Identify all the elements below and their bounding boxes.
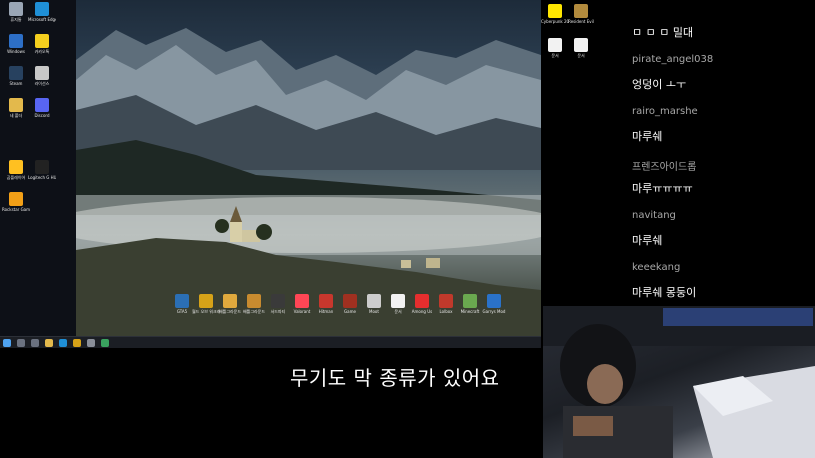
app-icon [199,294,213,308]
task-view-icon[interactable] [31,338,39,347]
app-icon [35,34,49,48]
desktop-icon-label: Garrys Mod [482,309,506,314]
chat-username: 프렌즈아이드롭 [632,162,697,173]
app-icon [415,294,429,308]
mountain-wallpaper [76,0,541,336]
webcam-feed [543,306,815,458]
app-icon [9,2,23,16]
app-icon [439,294,453,308]
app-icon [548,4,562,18]
chat-username: navitang [632,210,676,221]
desktop-icon[interactable]: 문서 [541,38,569,58]
app-icon [319,294,333,308]
taskbar [0,336,541,348]
search-icon[interactable] [17,338,25,347]
app-icon [223,294,237,308]
desktop-icon[interactable]: Cyberpunk 2077 [541,4,569,24]
desktop-icon[interactable]: Logitech G HUB [28,160,56,180]
desktop-screen: 휴지통 Microsoft Edge Windows 카카오톡 Steam 라이선스네 폴… [0,0,541,336]
desktop-icons-right: Cyberpunk 2077Resident Evil 문서 문서 [541,0,628,306]
desktop-icon[interactable]: 카카오톡 [28,34,56,54]
desktop-icon-label: 곰플레이어 [6,175,26,180]
app-icon [9,160,23,174]
chat-message: 마루쉐 [632,130,663,143]
app-icon [574,4,588,18]
app-icon [175,294,189,308]
desktop-icon[interactable]: Steam [2,66,30,86]
chat-panel: ㅁ ㅁ ㅁ 밀대 pirate_angel038 엉덩이 ㅗㅜ rairo_marsh… [628,0,815,306]
desktop-icon-label: 휴지통 [10,17,22,22]
desktop-icon[interactable]: Discord [28,98,56,118]
app-icon [9,34,23,48]
app-icon [35,160,49,174]
desktop-icon-label: Windows [7,49,25,54]
chat-message: ㅁ ㅁ ㅁ 밀대 [632,26,694,39]
desktop-icon-label: Logitech G HUB [28,175,56,180]
start-button[interactable] [3,338,11,347]
desktop-icon[interactable]: Microsoft Edge [28,2,56,22]
desktop-icon-label: Resident Evil [568,19,594,24]
edge-icon[interactable] [59,338,67,347]
app-icon [295,294,309,308]
desktop-icon-label: Steam [9,81,23,86]
app-icon [487,294,501,308]
app-icon [271,294,285,308]
app-icon [9,192,23,206]
desktop-icon[interactable]: 문서 [567,38,595,58]
desktop-icon[interactable]: Resident Evil [567,4,595,24]
chrome-icon[interactable] [101,338,109,347]
app-icon [35,98,49,112]
desktop-icon-label: Discord [34,113,50,118]
chat-message: 엉덩이 ㅗㅜ [632,78,687,91]
desktop-icon-label: 문서 [551,53,559,58]
app-icon [35,66,49,80]
desktop-icon-label: 문서 [577,53,585,58]
chat-message: 마루ㅠㅠㅠㅠ [632,182,693,195]
desktop-icon-label: Cyberpunk 2077 [541,19,569,24]
app-icon [9,98,23,112]
desktop-icon[interactable]: 라이선스 [28,66,56,86]
desktop-icon-label: Rockstar Games [2,207,30,212]
app-icon[interactable] [87,338,95,347]
desktop-icon-label: 라이선스 [34,81,50,86]
desktop-icon-label: Microsoft Edge [28,17,56,22]
desktop-icon[interactable]: 곰플레이어 [2,160,30,180]
app-icon [35,2,49,16]
app-icon [247,294,261,308]
app-icon [367,294,381,308]
desktop-icon[interactable]: Garrys Mod [480,294,508,314]
app-icon [574,38,588,52]
desktop-icon[interactable]: 네 폴더 [2,98,30,118]
desktop-icon-label: 네 폴더 [9,113,23,118]
chat-message: 마루쉐 몽둥이 [632,286,697,299]
chat-username: pirate_angel038 [632,54,714,65]
app-icon [343,294,357,308]
app-icon [463,294,477,308]
desktop-icon[interactable]: Rockstar Games [2,192,30,212]
app-icon [391,294,405,308]
desktop-icon[interactable]: 휴지통 [2,2,30,22]
subtitle-caption: 무기도 막 종류가 있어요 [290,366,500,390]
desktop-icon-label: 카카오톡 [34,49,50,54]
game-icon[interactable] [73,338,81,347]
chat-username: keeekang [632,262,681,273]
app-icon [548,38,562,52]
chat-username: rairo_marshe [632,106,698,117]
app-icon [9,66,23,80]
file-explorer-icon[interactable] [45,338,53,347]
chat-message: 마루쉐 [632,234,663,247]
desktop-icon[interactable]: Windows [2,34,30,54]
